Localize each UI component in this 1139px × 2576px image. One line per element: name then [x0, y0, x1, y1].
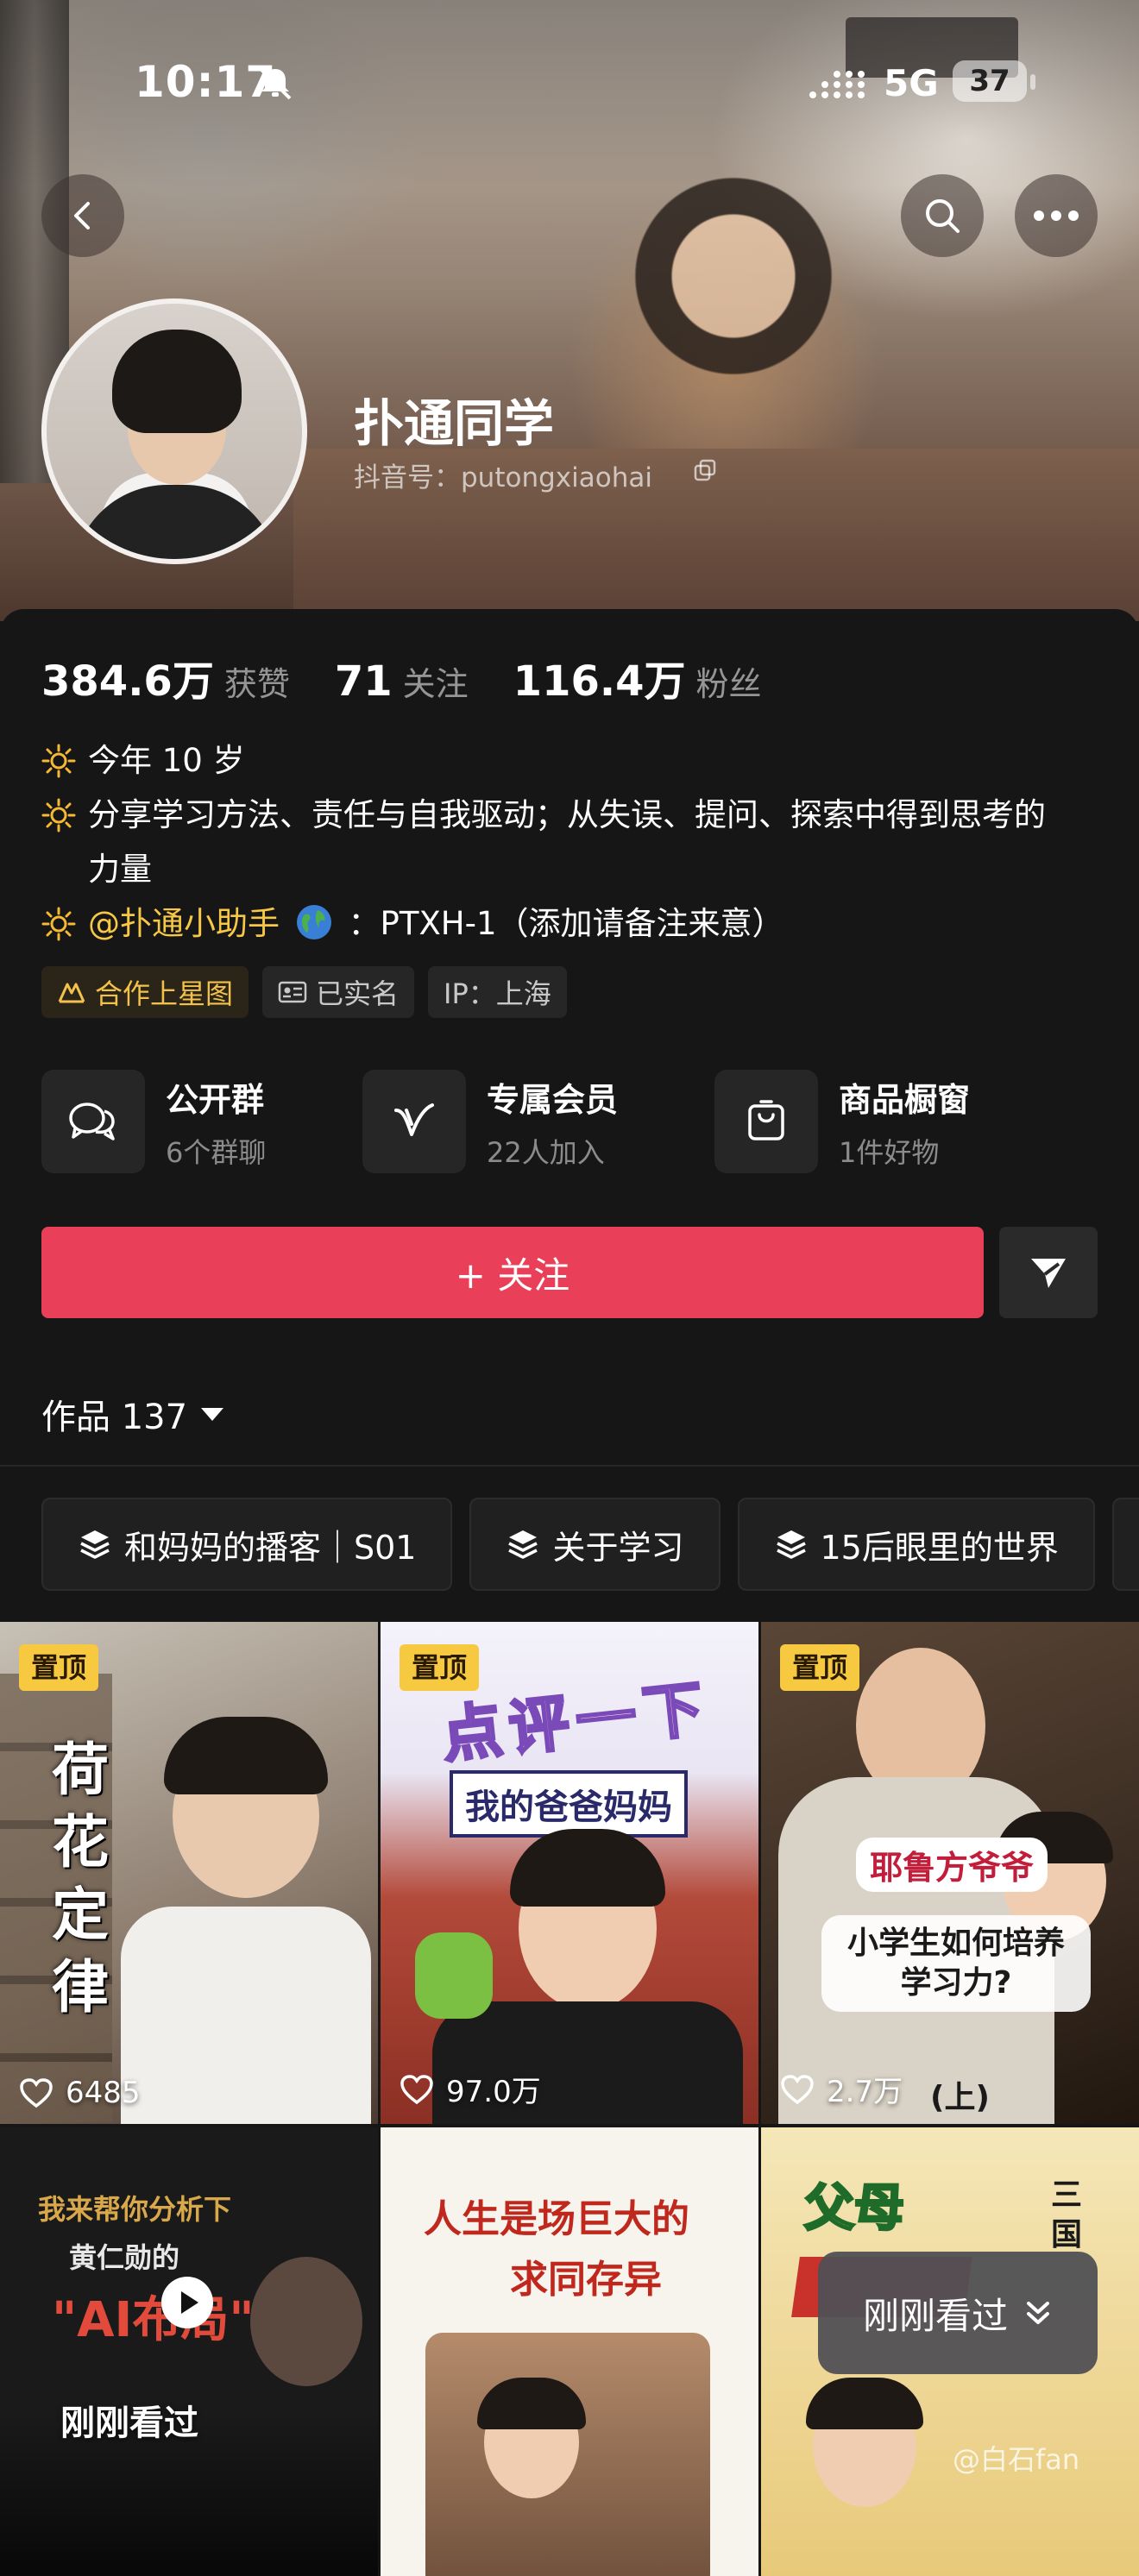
back-button[interactable]: [41, 174, 124, 257]
video-title: 人生是场巨大的: [424, 2197, 689, 2241]
search-button[interactable]: [901, 174, 984, 257]
heart-icon: [20, 2078, 53, 2108]
video-card[interactable]: 人生是场巨大的 求同存异: [381, 2127, 758, 2576]
video-card[interactable]: 荷花定律 置顶 6485: [0, 1622, 378, 2124]
sun-icon: [41, 798, 76, 832]
video-likes: 97.0万: [400, 2068, 541, 2110]
video-card[interactable]: 耶鲁方爷爷 小学生如何培养学习力? (上) 置顶 2.7万: [761, 1622, 1139, 2124]
followers-label[interactable]: 粉丝: [696, 657, 762, 705]
tab-works[interactable]: 作品 137: [41, 1389, 224, 1439]
following-label[interactable]: 关注: [403, 657, 469, 705]
follow-button[interactable]: + 关注: [41, 1227, 984, 1318]
profile-tags: 合作上星图 已实名 IP：上海: [41, 966, 567, 1018]
globe-icon: [296, 905, 331, 939]
just-watched-label: 刚刚看过: [60, 2403, 198, 2443]
group-chat-icon: [69, 1103, 115, 1140]
feature-title: 商品橱窗: [839, 1080, 971, 1119]
video-card[interactable]: 我来帮你分析下 黄仁勋的 "AI布局": [0, 2127, 378, 2576]
video-subtitle: 黄仁勋的: [69, 2241, 180, 2274]
feature-subtitle: 6个群聊: [166, 1135, 267, 1169]
sun-icon: [41, 744, 76, 778]
id-card-icon: [278, 981, 307, 1003]
following-count[interactable]: 71: [335, 657, 393, 706]
search-icon: [926, 199, 960, 233]
video-part-label: (上): [930, 2080, 990, 2115]
feature-exclusive-member[interactable]: 专属会员 22人加入: [362, 1070, 618, 1173]
video-likes: 2.7万: [780, 2068, 903, 2110]
copy-icon[interactable]: [694, 459, 716, 481]
assistant-mention-link[interactable]: @扑通小助手: [88, 905, 280, 942]
video-side-label: 三国: [1051, 2177, 1083, 2252]
bio-text-age: 今年 10 岁: [88, 742, 245, 779]
cellular-signal-icon: [809, 71, 865, 98]
video-title: 父母: [802, 2177, 905, 2239]
heart-icon: [400, 2074, 433, 2104]
profile-name: 扑通同学: [354, 394, 555, 453]
battery-indicator: 37: [953, 60, 1027, 102]
avatar[interactable]: [41, 298, 307, 564]
followers-count[interactable]: 116.4万: [513, 647, 686, 707]
network-type: 5G: [884, 62, 939, 104]
douyin-id: 抖音号：putongxiaohai: [354, 462, 652, 493]
feature-subtitle: 22人加入: [487, 1135, 605, 1169]
feature-title: 公开群: [166, 1080, 265, 1119]
pinned-badge: 置顶: [780, 1644, 860, 1691]
vip-icon: [394, 1103, 434, 1136]
video-title: 耶鲁方爷爷: [856, 1838, 1048, 1892]
tag-ip-location: IP：上海: [428, 966, 567, 1018]
caret-down-icon: [201, 1407, 224, 1421]
collection-chip[interactable]: 关于学习: [469, 1498, 721, 1591]
stack-layers-icon: [776, 1530, 806, 1559]
star-map-icon: [58, 983, 85, 1003]
feature-subtitle: 1件好物: [839, 1135, 940, 1169]
bio-line-age: 今年 10 岁: [41, 733, 1103, 788]
video-title: 荷花定律: [52, 1737, 109, 2020]
video-subtitle: 我的爸爸妈妈: [450, 1770, 688, 1838]
feature-shop-window[interactable]: 商品橱窗 1件好物: [714, 1070, 970, 1173]
chevron-left-icon: [74, 202, 90, 229]
tag-star-map[interactable]: 合作上星图: [41, 966, 249, 1018]
sun-icon: [41, 907, 76, 941]
collection-chips: 和妈妈的播客｜S01 关于学习 15后眼里的世界: [41, 1498, 1139, 1591]
collection-chip-more[interactable]: [1111, 1498, 1139, 1591]
collection-chip[interactable]: 和妈妈的播客｜S01: [41, 1498, 453, 1591]
more-options-button[interactable]: [1015, 174, 1098, 257]
pinned-badge: 置顶: [400, 1644, 480, 1691]
pinned-badge: 置顶: [19, 1644, 99, 1691]
tag-verified[interactable]: 已实名: [262, 966, 415, 1018]
likes-count: 384.6万: [41, 657, 214, 706]
video-subtitle: 求同存异: [510, 2258, 662, 2302]
bio-text-intro: 分享学习方法、责任与自我驱动；从失误、提问、探索中得到思考的力量: [88, 796, 1046, 888]
more-dots-icon: [1034, 210, 1079, 221]
video-card[interactable]: 点评一下 我的爸爸妈妈 置顶 97.0万: [381, 1622, 758, 2124]
likes-label: 获赞: [223, 665, 290, 703]
feature-title: 专属会员: [487, 1080, 619, 1119]
video-subtitle: 小学生如何培养学习力?: [821, 1915, 1091, 2012]
send-icon: [1031, 1259, 1066, 1288]
profile-stats: 384.6万 获赞 71 关注 116.4万 粉丝: [41, 647, 807, 707]
bell-muted-icon: [259, 67, 292, 100]
stack-layers-icon: [80, 1530, 110, 1559]
video-likes: 6485: [19, 2076, 141, 2110]
just-watched-button[interactable]: 刚刚看过: [818, 2252, 1098, 2374]
bio-line-contact: @扑通小助手 ：PTXH-1（添加请备注来意）: [41, 896, 1103, 951]
bio: 今年 10 岁 分享学习方法、责任与自我驱动；从失误、提问、探索中得到思考的力量…: [41, 733, 1103, 951]
video-title: 我来帮你分析下: [38, 2193, 232, 2226]
bio-line-intro: 分享学习方法、责任与自我驱动；从失误、提问、探索中得到思考的力量: [41, 788, 1103, 896]
watermark: @白石fan: [953, 2443, 1080, 2476]
double-chevron-down-icon: [1027, 2302, 1049, 2324]
collection-chip[interactable]: 15后眼里的世界: [737, 1498, 1095, 1591]
bio-text-contact: ：PTXH-1（添加请备注来意）: [348, 905, 784, 942]
play-icon: [161, 2277, 213, 2328]
stack-layers-icon: [508, 1530, 538, 1559]
video-highlight: "AI布局": [52, 2292, 255, 2348]
shop-bag-icon: [748, 1100, 784, 1140]
heart-icon: [781, 2074, 814, 2104]
share-button[interactable]: [999, 1227, 1098, 1318]
feature-public-group[interactable]: 公开群 6个群聊: [41, 1070, 266, 1173]
